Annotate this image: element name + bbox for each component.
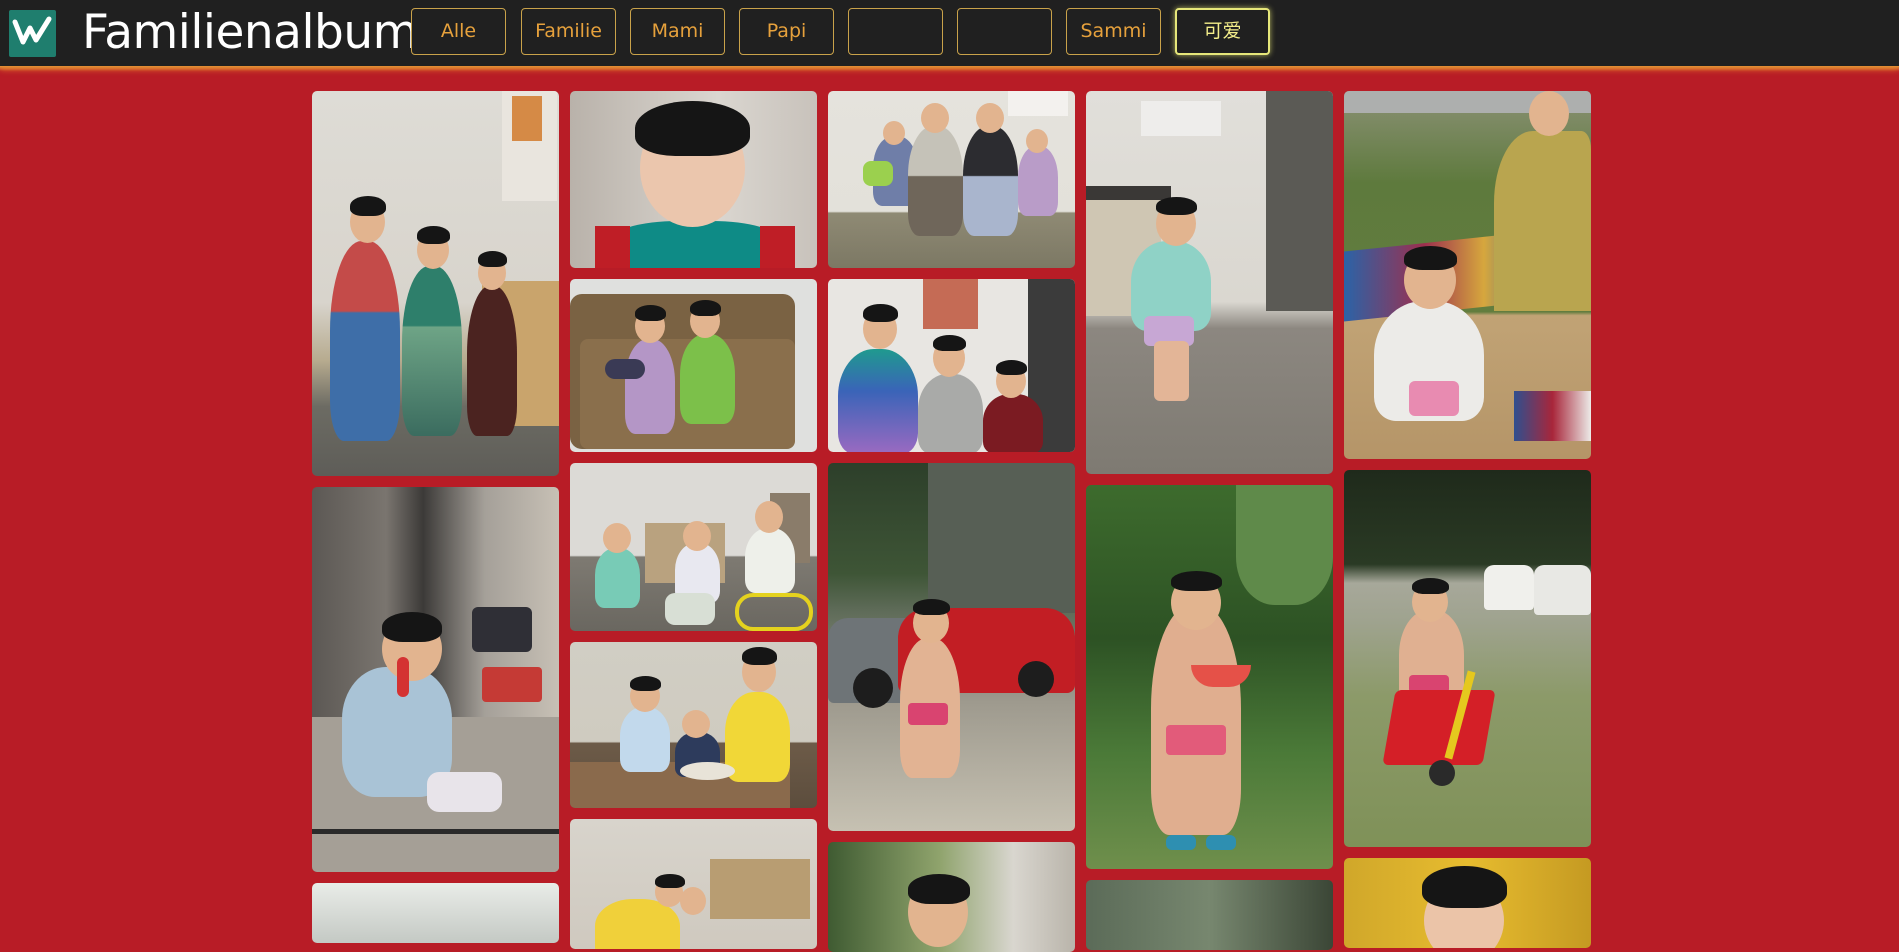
top-navigation-bar: Familienalbum Alle Familie Mami Papi Sam…	[0, 0, 1899, 71]
filter-button-familie[interactable]: Familie	[521, 8, 616, 55]
toddler-close-up-photo[interactable]	[570, 91, 817, 268]
app-logo-icon[interactable]	[9, 10, 56, 57]
boys-on-sofa-photo[interactable]	[570, 279, 817, 452]
toddler-by-red-car-photo[interactable]	[828, 463, 1075, 831]
filter-button-sammi[interactable]: Sammi	[1066, 8, 1161, 55]
three-boys-standing-photo[interactable]	[312, 91, 559, 476]
boys-with-bowtie-photo[interactable]	[828, 279, 1075, 452]
kids-on-tricycles-photo[interactable]	[570, 463, 817, 631]
bottom-photo-4[interactable]	[1086, 880, 1333, 950]
filter-button-alle[interactable]: Alle	[411, 8, 506, 55]
toddler-walking-indoor-photo[interactable]	[1086, 91, 1333, 474]
toddler-with-wheelbarrow-photo[interactable]	[1344, 470, 1591, 847]
filter-button-blank-2[interactable]	[957, 8, 1052, 55]
toddler-with-telephone-photo[interactable]	[312, 487, 559, 872]
kids-at-table-photo[interactable]	[570, 642, 817, 808]
bottom-photo-1[interactable]	[312, 883, 559, 943]
app-title: Familienalbum	[82, 5, 418, 60]
toddler-on-picnic-blanket-photo[interactable]	[1344, 91, 1591, 459]
filter-button-mami[interactable]: Mami	[630, 8, 725, 55]
filter-button-blank-1[interactable]	[848, 8, 943, 55]
family-seated-photo[interactable]	[828, 91, 1075, 268]
bottom-photo-2[interactable]	[570, 819, 817, 949]
bottom-photo-3[interactable]	[828, 842, 1075, 952]
toddler-with-watermelon-photo[interactable]	[1086, 485, 1333, 869]
filter-button-keai[interactable]: 可爱	[1175, 8, 1270, 55]
filter-button-papi[interactable]: Papi	[739, 8, 834, 55]
